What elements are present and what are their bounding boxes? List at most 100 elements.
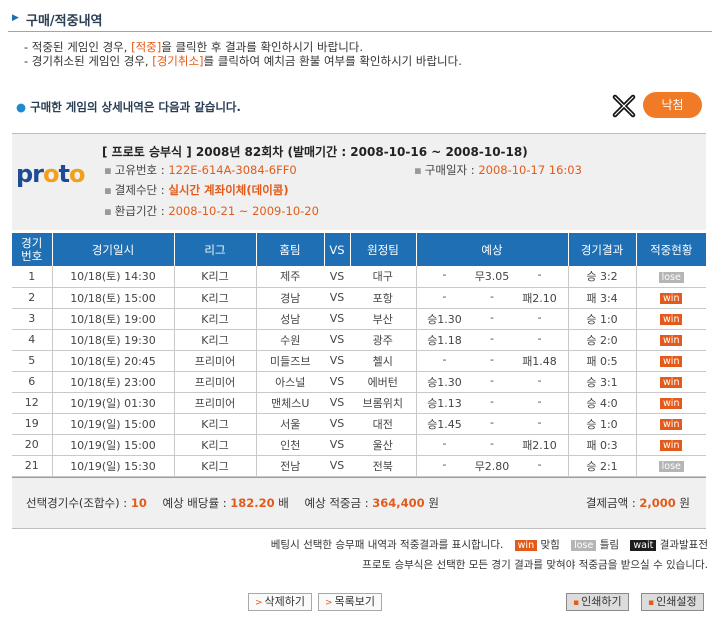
table-row: 2 10/18(토) 15:00 K리그 경남 VS 포항 - - 패2.10 패 3:4 win: [12, 287, 706, 309]
cell-home: 아스널: [256, 371, 324, 393]
cell-date: 10/18(토) 19:30: [52, 329, 175, 351]
print-settings-button[interactable]: ▪ 인쇄설정: [641, 593, 704, 611]
status-badge[interactable]: lose: [658, 461, 684, 472]
cell-home: 맨체스U: [256, 392, 324, 414]
prediction-p2: -: [490, 331, 494, 345]
status-badge[interactable]: win: [660, 398, 683, 409]
purchase-date-row: ▪ 구매일자 : 2008-10-17 16:03: [414, 163, 582, 177]
col-home: 홈팀: [256, 233, 325, 266]
status-badge[interactable]: win: [660, 419, 683, 430]
cell-league: K리그: [174, 266, 257, 288]
table-row: 3 10/18(토) 19:00 K리그 성남 VS 부산 승1.30 - - 승 1:0 win: [12, 308, 706, 330]
prediction-p2: 무2.80: [474, 459, 510, 473]
cell-no: 5: [12, 350, 53, 372]
cell-away: 울산: [350, 434, 417, 456]
cell-home: 인천: [256, 434, 324, 456]
cell-prediction: - 무2.80 -: [416, 455, 569, 477]
note-line-2: - 경기취소된 게임인 경우, [경기취소]를 클릭하여 예치금 환불 여부를 …: [24, 54, 462, 68]
cell-status: win: [636, 329, 706, 351]
title-arrow-icon: ▶: [12, 13, 19, 23]
cell-result: 패 3:4: [568, 287, 637, 309]
cell-home: 경남: [256, 287, 324, 309]
cell-vs: VS: [324, 287, 350, 309]
notes: - 적중된 게임인 경우, [적중]을 클릭한 후 결과를 확인하시기 바랍니다…: [24, 40, 462, 68]
cell-home: 미들즈브: [256, 350, 324, 372]
col-league: 리그: [174, 233, 257, 266]
cell-vs: VS: [324, 266, 350, 288]
prediction-p3: -: [537, 415, 542, 429]
cell-away: 포항: [350, 287, 417, 309]
status-badge[interactable]: win: [660, 356, 683, 367]
table-row: 19 10/19(일) 15:00 K리그 서울 VS 대전 승1.45 - - 승 1:0 win: [12, 413, 706, 435]
proto-logo: proto: [16, 160, 85, 188]
cell-away: 전북: [350, 455, 417, 477]
cell-date: 10/19(일) 01:30: [52, 392, 175, 414]
cell-league: K리그: [174, 329, 257, 351]
summary-text: 구매한 게임의 상세내역은 다음과 같습니다.: [30, 100, 241, 114]
list-button[interactable]: > 목록보기: [318, 593, 383, 611]
cell-prediction: 승1.45 - -: [416, 413, 569, 435]
refund-row: ▪ 환급기간 : 2008-10-21 ~ 2009-10-20: [104, 204, 319, 218]
summary-line: ● 구매한 게임의 상세내역은 다음과 같습니다.: [16, 99, 241, 115]
table-row: 6 10/18(토) 23:00 프리미어 아스널 VS 에버턴 승1.30 - - 승 3:1 w…: [12, 371, 706, 393]
print-button[interactable]: ▪ 인쇄하기: [566, 593, 629, 611]
cell-date: 10/19(일) 15:00: [52, 434, 175, 456]
cell-result: 승 3:1: [568, 371, 637, 393]
cell-vs: VS: [324, 434, 350, 456]
cell-away: 브롬위치: [350, 392, 417, 414]
games-table: 경기 번호 경기일시 리그 홈팀 VS 원정팀 예상 경기결과 적중현황 1 10…: [12, 233, 706, 477]
table-row: 5 10/18(토) 20:45 프리미어 미들즈브 VS 첼시 - - 패1.48 패 0:5 w…: [12, 350, 706, 372]
cell-vs: VS: [324, 413, 350, 435]
status-badge[interactable]: win: [660, 335, 683, 346]
prediction-p2: -: [490, 352, 494, 366]
fail-result-button[interactable]: 낙첨: [643, 92, 702, 118]
status-badge[interactable]: win: [660, 293, 683, 304]
cell-away: 첼시: [350, 350, 417, 372]
cell-league: K리그: [174, 434, 257, 456]
prediction-p1: 승1.45: [427, 417, 462, 431]
prediction-p2: -: [490, 373, 494, 387]
prediction-p1: 승1.18: [427, 333, 462, 347]
cell-status: win: [636, 287, 706, 309]
cell-result: 패 0:5: [568, 350, 637, 372]
prediction-p2: -: [490, 310, 494, 324]
cell-away: 대구: [350, 266, 417, 288]
delete-button[interactable]: > 삭제하기: [248, 593, 313, 611]
cell-league: K리그: [174, 413, 257, 435]
cell-status: lose: [636, 266, 706, 288]
cell-no: 21: [12, 455, 53, 477]
prediction-p2: -: [490, 415, 494, 429]
cell-no: 12: [12, 392, 53, 414]
cell-away: 에버턴: [350, 371, 417, 393]
cell-prediction: - - 패2.10: [416, 434, 569, 456]
cell-prediction: - 무3.05 -: [416, 266, 569, 288]
cell-prediction: 승1.30 - -: [416, 371, 569, 393]
cell-result: 승 2:1: [568, 455, 637, 477]
status-badge[interactable]: win: [660, 440, 683, 451]
legend-note: 프로토 승부식은 선택한 모든 경기 결과를 맞혀야 적중금을 받으실 수 있습…: [362, 559, 708, 571]
cell-vs: VS: [324, 350, 350, 372]
cell-prediction: - - 패1.48: [416, 350, 569, 372]
table-header-row: 경기 번호 경기일시 리그 홈팀 VS 원정팀 예상 경기결과 적중현황: [12, 233, 706, 266]
status-badge[interactable]: lose: [658, 271, 684, 283]
id-value: 122E-614A-3084-6FF0: [168, 163, 297, 177]
prediction-p1: -: [442, 289, 447, 303]
prediction-p1: 승1.13: [427, 396, 462, 410]
cell-home: 성남: [256, 308, 324, 330]
status-badge[interactable]: win: [660, 377, 683, 388]
col-result: 경기결과: [568, 233, 637, 266]
col-away: 원정팀: [350, 233, 417, 266]
totals-left: 선택경기수(조합수) : 10 예상 배당률 : 182.20 배 예상 적중금…: [26, 496, 439, 510]
cancel-link[interactable]: [경기취소]: [152, 54, 203, 68]
table-row: 1 10/18(토) 14:30 K리그 제주 VS 대구 - 무3.05 - 승 3:2 lose: [12, 266, 706, 288]
cell-prediction: - - 패2.10: [416, 287, 569, 309]
legend-lose-badge: lose: [571, 540, 597, 551]
hit-link[interactable]: [적중]: [131, 40, 161, 54]
table-row: 20 10/19(일) 15:00 K리그 인천 VS 울산 - - 패2.10 패 0:3 win: [12, 434, 706, 456]
cell-date: 10/19(일) 15:00: [52, 413, 175, 435]
x-mark-icon: [612, 94, 636, 118]
status-badge[interactable]: win: [660, 314, 683, 325]
cell-no: 4: [12, 329, 53, 351]
cell-no: 2: [12, 287, 53, 309]
note-line-1: - 적중된 게임인 경우, [적중]을 클릭한 후 결과를 확인하시기 바랍니다…: [24, 40, 364, 54]
